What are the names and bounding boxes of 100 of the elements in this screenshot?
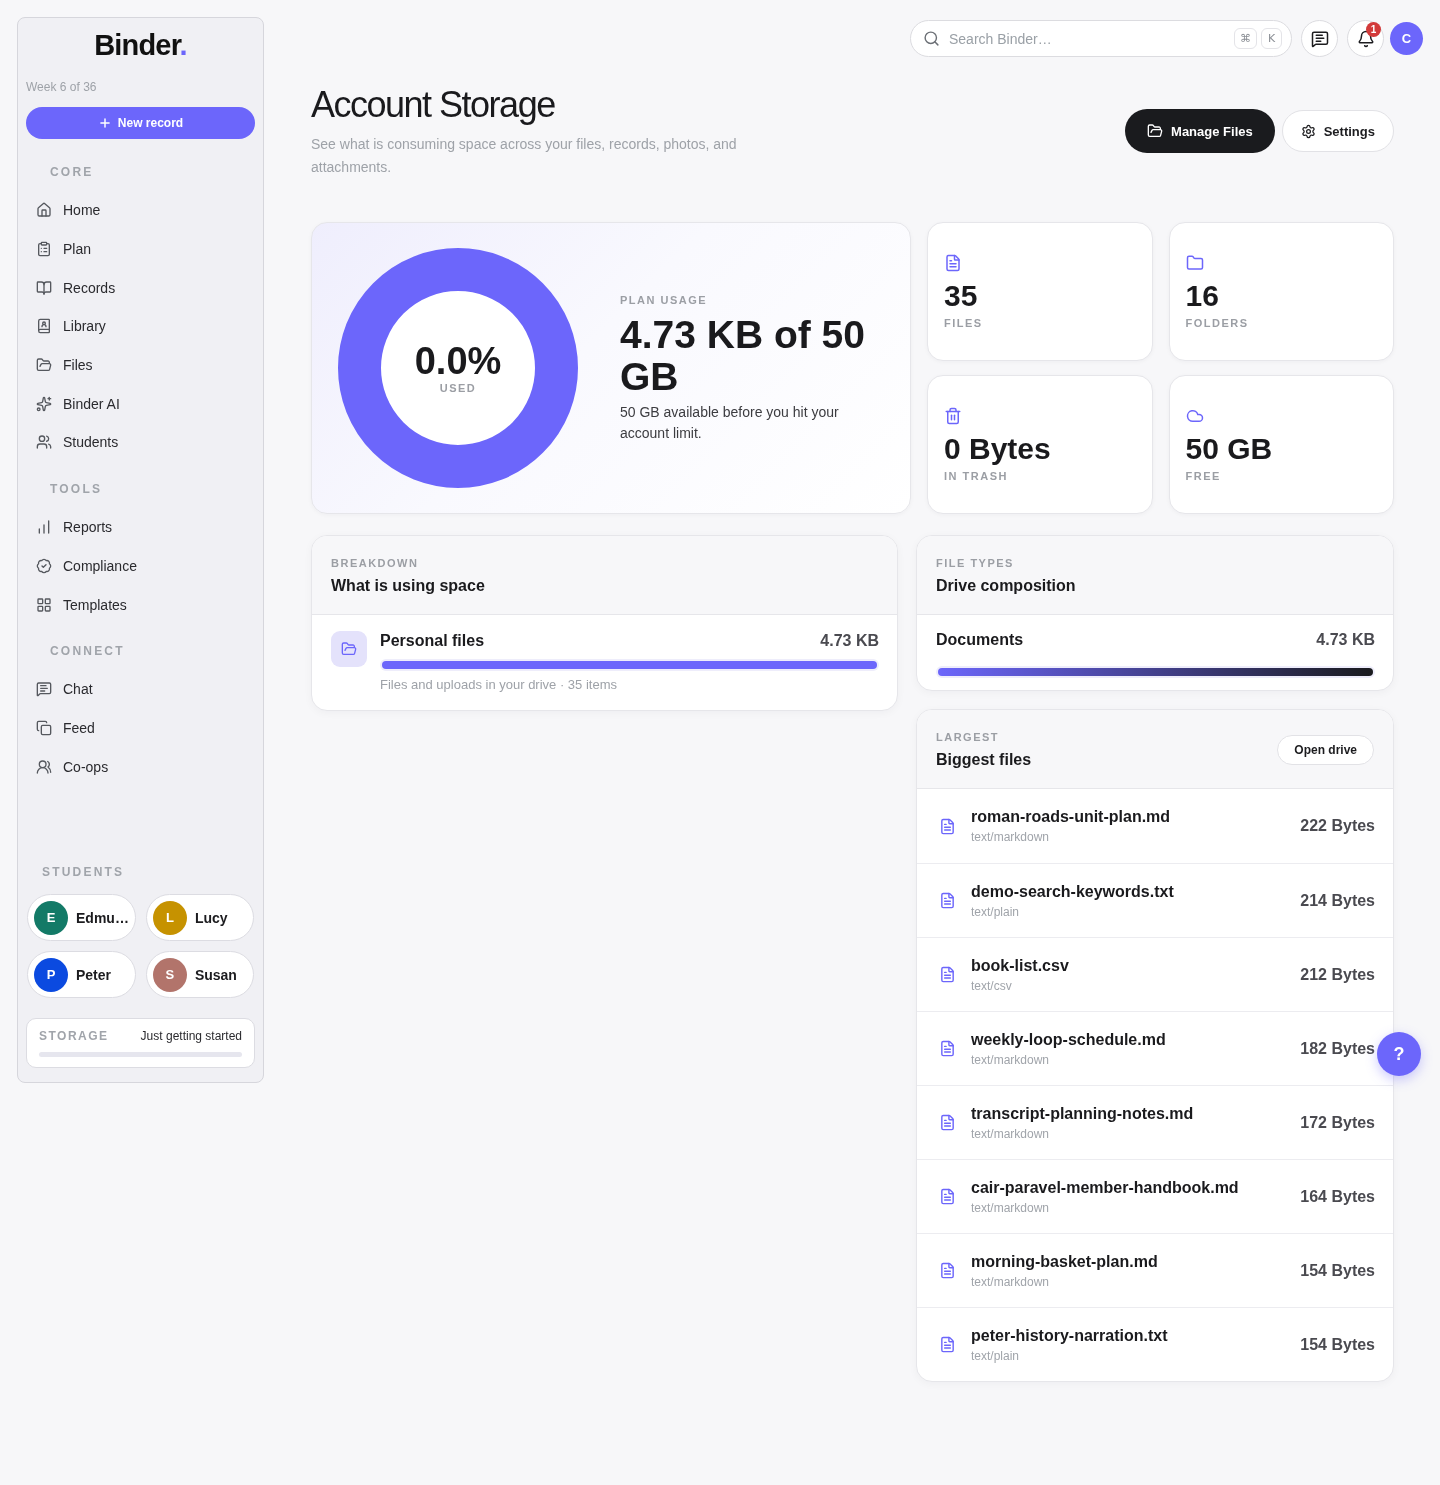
file-name[interactable]: peter-history-narration.txt xyxy=(971,1325,1168,1346)
file-name[interactable]: roman-roads-unit-plan.md xyxy=(971,807,1171,827)
section-heading: CORE xyxy=(50,164,94,181)
file-type: text/plain xyxy=(971,903,1020,920)
sparkles-icon xyxy=(36,395,52,412)
file-size: 172 Bytes xyxy=(1300,1113,1375,1132)
nav-link[interactable]: Reports xyxy=(26,507,121,547)
search-bar[interactable]: Search Binder… ⌘ K xyxy=(910,20,1292,57)
item-name: Documents xyxy=(936,630,1024,650)
chat-icon xyxy=(1310,29,1329,48)
student-avatar: L xyxy=(152,900,187,935)
nav-link[interactable]: Plan xyxy=(26,229,100,269)
usage-note: 50 GB available before you hit your account limit. xyxy=(620,402,840,443)
stat-value: 16 xyxy=(1185,279,1219,312)
card-title: Biggest files xyxy=(936,750,1032,770)
nav-link[interactable]: Binder AI xyxy=(26,384,128,424)
card-title: Drive composition xyxy=(936,576,1076,596)
page-subtitle: See what is consuming space across your files, records, photos, and attachments. xyxy=(311,135,738,177)
file-type: text/markdown xyxy=(971,1125,1050,1142)
week-label: Week 6 of 36 xyxy=(26,79,97,95)
file-type: text/markdown xyxy=(971,829,1050,845)
section-heading: STUDENTS xyxy=(42,864,125,881)
nav-link[interactable]: Co-ops xyxy=(26,747,117,786)
folder-icon xyxy=(331,631,367,667)
file-size: 164 Bytes xyxy=(1300,1187,1375,1206)
folder-icon xyxy=(1147,123,1164,139)
file-type: text/markdown xyxy=(971,1273,1050,1290)
stat-value: 0 Bytes xyxy=(944,432,1051,465)
file-type: text/csv xyxy=(971,977,1012,994)
notification-badge: 1 xyxy=(1366,22,1381,37)
stat-value: 35 xyxy=(944,279,978,312)
file-size: 212 Bytes xyxy=(1300,965,1375,984)
section-heading: CONNECT xyxy=(50,642,125,660)
stat-label: FILES xyxy=(944,315,983,330)
item-caption: Files and uploads in your drive · 35 items xyxy=(380,677,618,693)
stat-value: 50 GB xyxy=(1185,432,1273,465)
student-chip[interactable]: P Peter xyxy=(27,951,136,998)
file-size: 154 Bytes xyxy=(1300,1261,1375,1280)
chat-icon xyxy=(36,681,52,698)
logo: Binder. xyxy=(94,28,187,63)
search-icon xyxy=(923,30,940,47)
file-icon xyxy=(939,892,956,909)
user-avatar[interactable]: C xyxy=(1390,22,1423,55)
nav-link[interactable]: Compliance xyxy=(26,546,145,586)
student-chip[interactable]: S Susan xyxy=(145,951,254,998)
stat-label: FREE xyxy=(1185,468,1221,483)
nav-link[interactable]: Students xyxy=(26,423,127,462)
file-type: text/markdown xyxy=(971,1051,1050,1068)
new-record-button[interactable]: New record xyxy=(26,107,255,139)
student-chip[interactable]: E Edmu… xyxy=(27,894,136,941)
student-chip[interactable]: L Lucy xyxy=(145,894,254,941)
student-avatar: E xyxy=(34,900,68,935)
usage-amount: 4.73 KB of 50 GB xyxy=(620,313,866,398)
open-drive-button[interactable]: Open drive xyxy=(1277,735,1374,765)
card-eyebrow: FILE TYPES xyxy=(936,556,1014,570)
storage-status: Just getting started xyxy=(140,1028,242,1044)
file-name[interactable]: transcript-planning-notes.md xyxy=(971,1103,1194,1124)
student-avatar: P xyxy=(34,957,68,992)
file-icon xyxy=(939,1262,956,1279)
file-size: 154 Bytes xyxy=(1300,1335,1375,1354)
people-group-icon xyxy=(36,758,52,775)
messages-button[interactable] xyxy=(1301,20,1338,57)
nav-link[interactable]: Feed xyxy=(26,708,103,748)
file-size: 214 Bytes xyxy=(1300,891,1375,910)
nav-link[interactable]: Templates xyxy=(26,585,135,624)
file-icon xyxy=(939,817,956,835)
file-name[interactable]: demo-search-keywords.txt xyxy=(971,881,1174,902)
section-heading: TOOLS xyxy=(50,480,103,498)
card-title: What is using space xyxy=(331,576,485,596)
nav-link[interactable]: Chat xyxy=(26,669,101,709)
settings-icon xyxy=(1300,123,1316,139)
usage-eyebrow: PLAN USAGE xyxy=(620,292,708,307)
notifications-button[interactable]: 1 xyxy=(1347,20,1384,57)
file-name[interactable]: book-list.csv xyxy=(971,955,1069,976)
file-icon xyxy=(944,253,962,272)
nav-link[interactable]: Home xyxy=(26,191,109,230)
item-size: 4.73 KB xyxy=(820,631,879,651)
item-name: Personal files xyxy=(380,631,485,651)
search-input[interactable]: Search Binder… xyxy=(949,26,1225,51)
nav-link[interactable]: Records xyxy=(26,268,124,308)
file-icon xyxy=(939,966,956,983)
file-name[interactable]: cair-paravel-member-handbook.md xyxy=(971,1177,1239,1198)
open-book-icon xyxy=(36,279,52,296)
stacked-squares-icon xyxy=(36,719,52,736)
file-size: 222 Bytes xyxy=(1300,817,1375,835)
badge-check-icon xyxy=(36,557,52,574)
manage-files-button[interactable]: Manage Files xyxy=(1125,109,1275,153)
plus-icon xyxy=(97,116,112,130)
file-name[interactable]: weekly-loop-schedule.md xyxy=(971,1029,1166,1050)
folder-icon xyxy=(36,357,52,374)
people-icon xyxy=(36,434,52,451)
student-avatar: S xyxy=(152,957,187,992)
settings-button[interactable]: Settings xyxy=(1281,110,1394,152)
usage-percent: 0.0% xyxy=(414,341,502,381)
nav-link[interactable]: Files xyxy=(26,345,101,385)
help-button[interactable]: ? xyxy=(1377,1032,1421,1076)
house-icon xyxy=(36,202,52,219)
file-name[interactable]: morning-basket-plan.md xyxy=(971,1251,1158,1272)
usage-percent-label: USED xyxy=(439,381,477,395)
nav-link[interactable]: Library xyxy=(26,307,114,346)
